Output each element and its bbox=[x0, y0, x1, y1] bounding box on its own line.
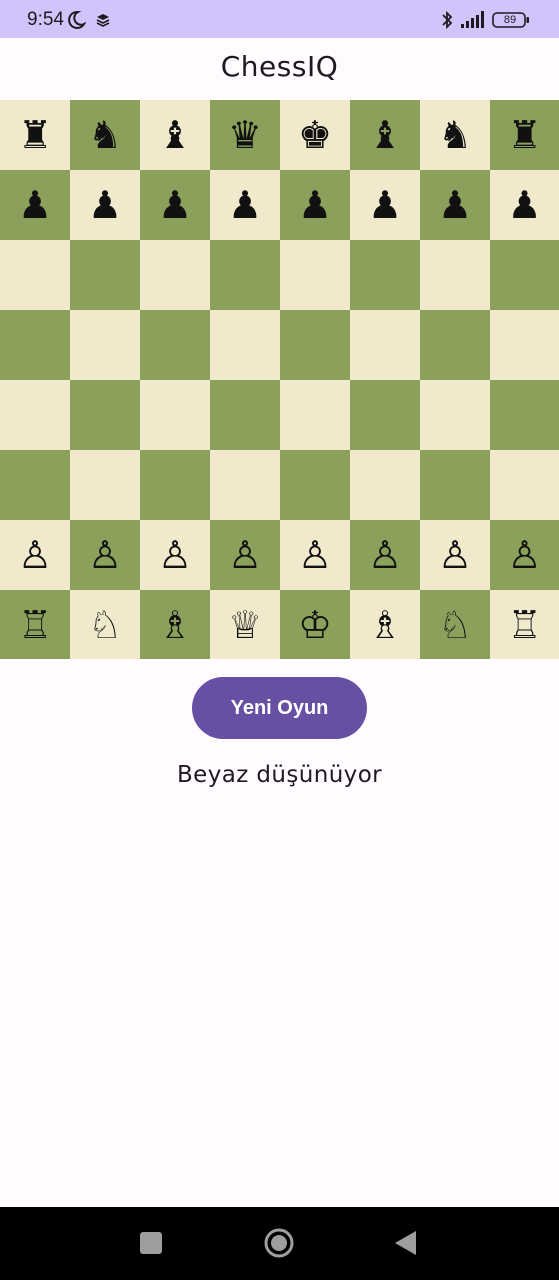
square-a1[interactable]: ♖ bbox=[0, 590, 70, 659]
recents-square-icon[interactable] bbox=[140, 1232, 162, 1254]
square-h8[interactable]: ♜ bbox=[490, 100, 559, 170]
square-f4[interactable] bbox=[350, 380, 420, 450]
square-e2[interactable]: ♙ bbox=[280, 520, 350, 590]
status-bar: 9:54 89 bbox=[0, 0, 559, 38]
square-c8[interactable]: ♝ bbox=[140, 100, 210, 170]
bluetooth-icon bbox=[442, 10, 453, 30]
navigation-bar bbox=[0, 1207, 559, 1280]
square-f1[interactable]: ♗ bbox=[350, 590, 420, 659]
square-a7[interactable]: ♟ bbox=[0, 170, 70, 240]
square-c4[interactable] bbox=[140, 380, 210, 450]
square-f6[interactable] bbox=[350, 240, 420, 310]
app-title: ChessIQ bbox=[220, 50, 339, 83]
square-e5[interactable] bbox=[280, 310, 350, 380]
square-c6[interactable] bbox=[140, 240, 210, 310]
square-h5[interactable] bbox=[490, 310, 559, 380]
square-h7[interactable]: ♟ bbox=[490, 170, 559, 240]
square-g5[interactable] bbox=[420, 310, 490, 380]
square-e1[interactable]: ♔ bbox=[280, 590, 350, 659]
square-c1[interactable]: ♗ bbox=[140, 590, 210, 659]
square-f7[interactable]: ♟ bbox=[350, 170, 420, 240]
square-b8[interactable]: ♞ bbox=[70, 100, 140, 170]
square-d4[interactable] bbox=[210, 380, 280, 450]
square-c3[interactable] bbox=[140, 450, 210, 520]
square-c2[interactable]: ♙ bbox=[140, 520, 210, 590]
square-e6[interactable] bbox=[280, 240, 350, 310]
square-a2[interactable]: ♙ bbox=[0, 520, 70, 590]
back-triangle-icon[interactable] bbox=[394, 1230, 418, 1256]
square-f8[interactable]: ♝ bbox=[350, 100, 420, 170]
square-f3[interactable] bbox=[350, 450, 420, 520]
square-f5[interactable] bbox=[350, 310, 420, 380]
square-a8[interactable]: ♜ bbox=[0, 100, 70, 170]
square-g2[interactable]: ♙ bbox=[420, 520, 490, 590]
moon-icon bbox=[68, 10, 86, 29]
square-d1[interactable]: ♕ bbox=[210, 590, 280, 659]
square-a5[interactable] bbox=[0, 310, 70, 380]
square-c7[interactable]: ♟ bbox=[140, 170, 210, 240]
square-e3[interactable] bbox=[280, 450, 350, 520]
battery-level: 89 bbox=[503, 14, 517, 26]
square-a3[interactable] bbox=[0, 450, 70, 520]
square-c5[interactable] bbox=[140, 310, 210, 380]
square-h2[interactable]: ♙ bbox=[490, 520, 559, 590]
square-d3[interactable] bbox=[210, 450, 280, 520]
square-a4[interactable] bbox=[0, 380, 70, 450]
square-a6[interactable] bbox=[0, 240, 70, 310]
square-b6[interactable] bbox=[70, 240, 140, 310]
square-h3[interactable] bbox=[490, 450, 559, 520]
square-g4[interactable] bbox=[420, 380, 490, 450]
square-d2[interactable]: ♙ bbox=[210, 520, 280, 590]
square-h1[interactable]: ♖ bbox=[490, 590, 559, 659]
square-h6[interactable] bbox=[490, 240, 559, 310]
new-game-button[interactable]: Yeni Oyun bbox=[192, 677, 367, 739]
signal-icon bbox=[461, 11, 484, 28]
square-g8[interactable]: ♞ bbox=[420, 100, 490, 170]
layers-icon bbox=[96, 14, 110, 27]
square-g6[interactable] bbox=[420, 240, 490, 310]
square-f2[interactable]: ♙ bbox=[350, 520, 420, 590]
square-b3[interactable] bbox=[70, 450, 140, 520]
square-d7[interactable]: ♟ bbox=[210, 170, 280, 240]
square-d8[interactable]: ♛ bbox=[210, 100, 280, 170]
square-b5[interactable] bbox=[70, 310, 140, 380]
square-d6[interactable] bbox=[210, 240, 280, 310]
square-e8[interactable]: ♚ bbox=[280, 100, 350, 170]
square-h4[interactable] bbox=[490, 380, 559, 450]
square-b4[interactable] bbox=[70, 380, 140, 450]
square-d5[interactable] bbox=[210, 310, 280, 380]
square-b2[interactable]: ♙ bbox=[70, 520, 140, 590]
square-g3[interactable] bbox=[420, 450, 490, 520]
status-time: 9:54 bbox=[27, 9, 64, 30]
square-g7[interactable]: ♟ bbox=[420, 170, 490, 240]
square-g1[interactable]: ♘ bbox=[420, 590, 490, 659]
square-b1[interactable]: ♘ bbox=[70, 590, 140, 659]
square-b7[interactable]: ♟ bbox=[70, 170, 140, 240]
chess-board[interactable]: ♜ ♞ ♝ ♛ ♚ ♝ ♞ ♜ ♟ ♟ ♟ ♟ ♟ ♟ ♟ ♟ ♙ ♙ ♙ ♙ ♙ ♙ ♙ ♙ ♖ ♘ ♗ ♕ ♔ ♗ ♘ ♖ bbox=[0, 100, 559, 659]
home-circle-icon[interactable] bbox=[263, 1227, 295, 1259]
square-e4[interactable] bbox=[280, 380, 350, 450]
square-e7[interactable]: ♟ bbox=[280, 170, 350, 240]
game-status-text: Beyaz düşünüyor bbox=[176, 762, 383, 788]
